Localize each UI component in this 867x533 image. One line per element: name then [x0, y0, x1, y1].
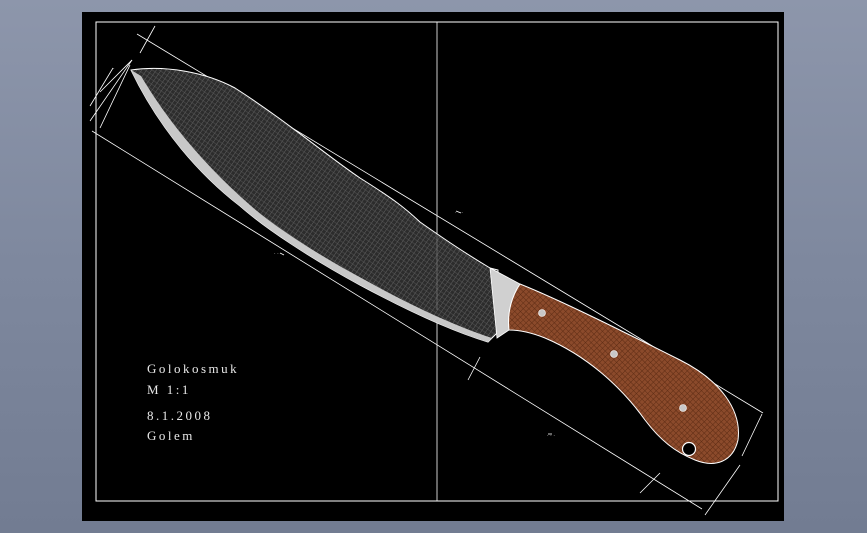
dimension-text: · · · — [455, 210, 463, 216]
drawing-author: Golem — [147, 428, 195, 443]
dimension-text: · · · — [547, 433, 555, 439]
handle-rivet — [679, 404, 687, 412]
handle-rivet — [610, 350, 618, 358]
dimension-text: · · · — [274, 251, 282, 257]
drawing-canvas: · · · · · · · · · · — [82, 12, 784, 521]
drawing-date: 8.1.2008 — [147, 408, 213, 423]
cad-viewport[interactable]: · · · · · · · · · · Golokosmuk M 1:1 8.1… — [0, 0, 867, 533]
lanyard-hole — [681, 441, 697, 457]
drawing-title: Golokosmuk — [147, 361, 240, 376]
drawing-scale: M 1:1 — [147, 382, 191, 397]
handle-rivet — [538, 309, 546, 317]
